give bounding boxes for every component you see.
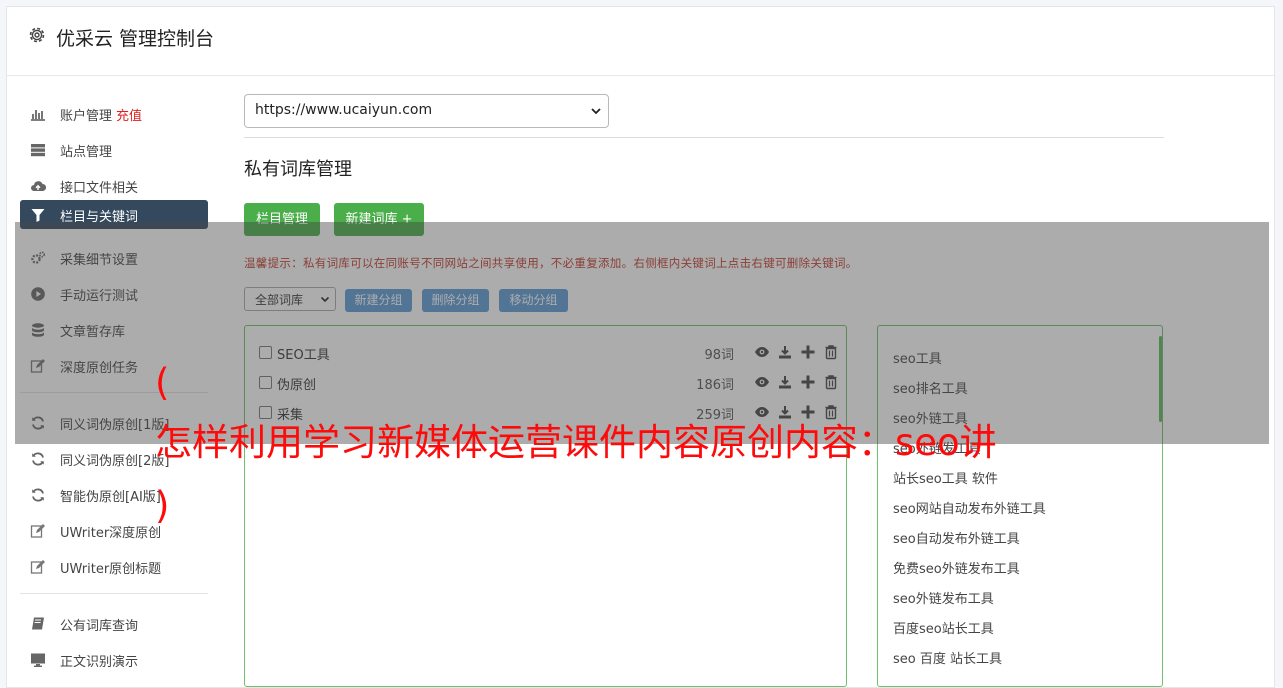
keyword-item[interactable]: seo外链发布工具 bbox=[893, 588, 994, 607]
edit-icon bbox=[30, 560, 45, 574]
sidebar-item-public-library[interactable]: 公有词库查询 bbox=[20, 609, 208, 638]
recharge-link[interactable]: 充值 bbox=[116, 109, 142, 124]
sidebar-item-label: 账户管理 bbox=[60, 109, 113, 124]
chevron-down-icon bbox=[591, 108, 601, 115]
edit-icon bbox=[30, 524, 45, 538]
sidebar-item-text-recognition[interactable]: 正文识别演示 bbox=[20, 645, 208, 674]
sidebar-item-sites[interactable]: 站点管理 bbox=[20, 135, 208, 164]
keyword-item[interactable]: 免费seo外链发布工具 bbox=[893, 558, 1020, 577]
monitor-icon bbox=[31, 653, 45, 667]
cloud-upload-icon bbox=[31, 181, 46, 192]
book-icon bbox=[32, 617, 44, 630]
sidebar-item-ai-rewrite[interactable]: 智能伪原创[AI版] bbox=[20, 480, 208, 509]
sidebar-item-uwriter-deep[interactable]: UWriter深度原创 bbox=[20, 516, 208, 545]
divider bbox=[244, 137, 1164, 138]
sidebar-item-label: 站点管理 bbox=[60, 145, 113, 160]
site-select[interactable]: https://www.ucaiyun.com bbox=[244, 94, 609, 128]
keyword-item[interactable]: 站长seo工具 软件 bbox=[893, 468, 998, 487]
keyword-item[interactable]: seo 百度 站长工具 bbox=[893, 648, 1002, 667]
sidebar-item-label: 接口文件相关 bbox=[60, 181, 139, 196]
sidebar-item-label: UWriter深度原创 bbox=[60, 526, 162, 541]
refresh-icon bbox=[32, 488, 44, 502]
watermark-text: ) bbox=[155, 484, 170, 527]
site-select-value: https://www.ucaiyun.com bbox=[255, 102, 433, 118]
page-title: 优采云 管理控制台 bbox=[56, 28, 215, 50]
refresh-icon bbox=[32, 452, 44, 466]
sidebar-item-label: 智能伪原创[AI版] bbox=[60, 490, 161, 505]
filter-icon bbox=[31, 209, 45, 222]
sidebar-divider bbox=[20, 593, 208, 594]
watermark-text: 怎样利用学习新媒体运营课件内容原创内容：seo讲 bbox=[155, 421, 997, 464]
sidebar-item-label: UWriter原创标题 bbox=[60, 562, 162, 577]
watermark-overlay bbox=[15, 222, 1269, 444]
bar-chart-icon bbox=[31, 110, 45, 121]
sidebar-item-label: 公有词库查询 bbox=[60, 619, 139, 634]
sidebar-item-interface-files[interactable]: 接口文件相关 bbox=[20, 171, 208, 200]
header: 优采云 管理控制台 bbox=[7, 7, 1274, 76]
gear-icon bbox=[29, 27, 45, 43]
keyword-item[interactable]: seo网站自动发布外链工具 bbox=[893, 498, 1046, 517]
watermark-text: ( bbox=[155, 361, 170, 404]
sidebar-item-label: 正文识别演示 bbox=[60, 655, 139, 670]
keyword-item[interactable]: 百度seo站长工具 bbox=[893, 618, 994, 637]
server-icon bbox=[31, 144, 45, 157]
sidebar-item-account[interactable]: 账户管理 充值 bbox=[20, 99, 208, 128]
sidebar-item-uwriter-title[interactable]: UWriter原创标题 bbox=[20, 552, 208, 581]
section-title: 私有词库管理 bbox=[244, 159, 352, 180]
keyword-item[interactable]: seo自动发布外链工具 bbox=[893, 528, 1020, 547]
sidebar-item-label: 同义词伪原创[2版] bbox=[60, 454, 170, 469]
